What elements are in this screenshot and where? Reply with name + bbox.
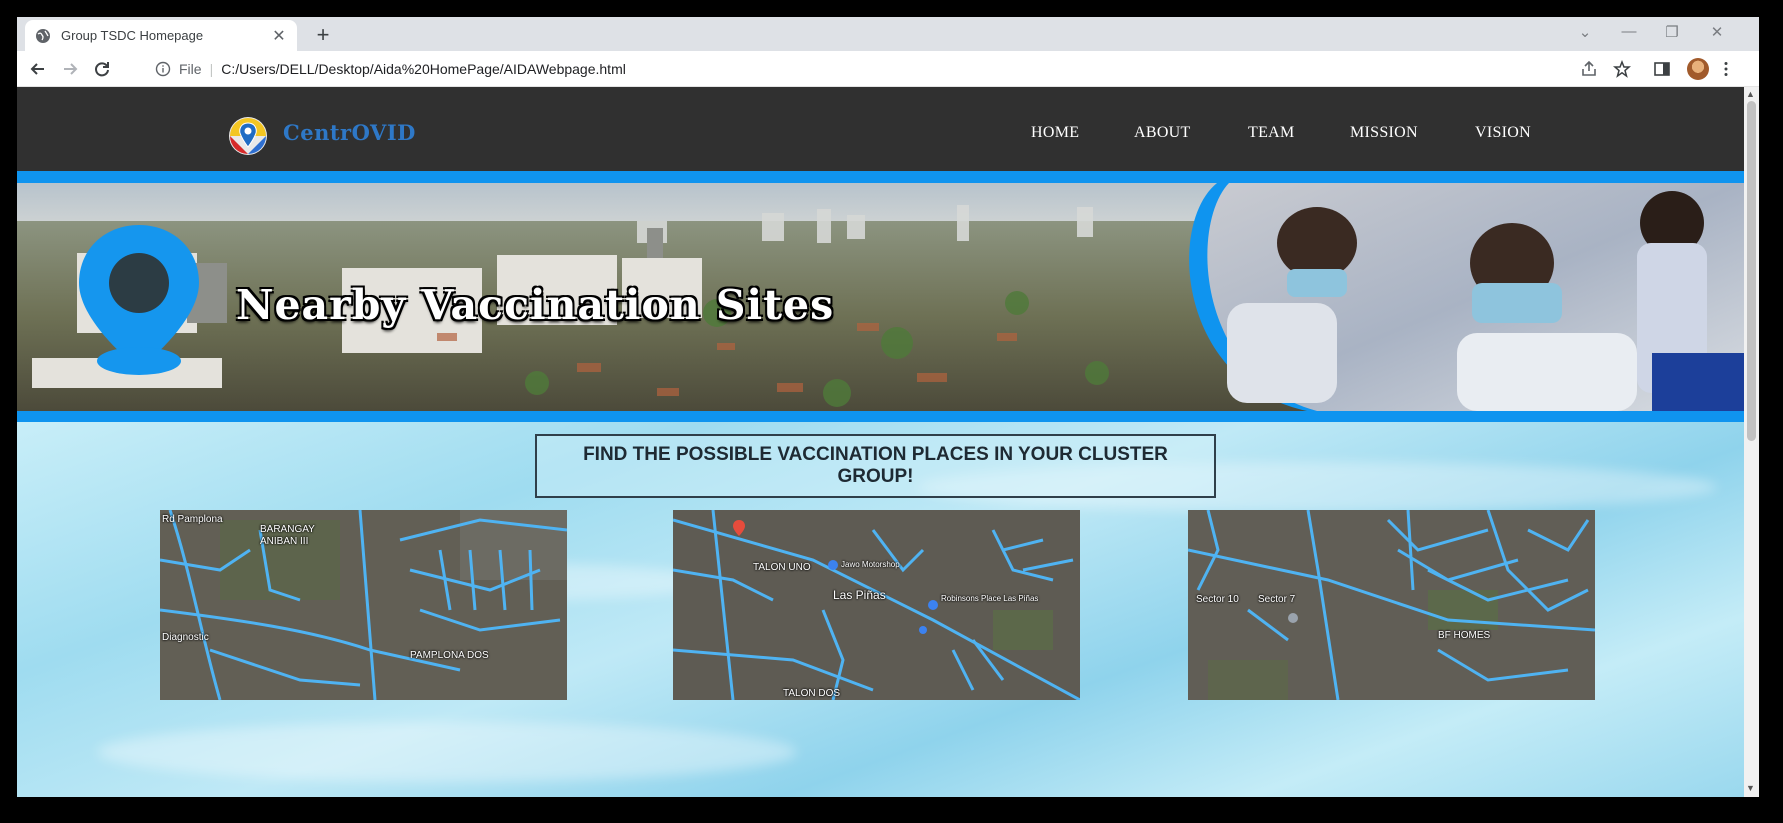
- restore-icon[interactable]: ❐: [1660, 23, 1684, 41]
- headline-box: FIND THE POSSIBLE VACCINATION PLACES IN …: [535, 434, 1216, 498]
- map-label: BARANGAY: [260, 524, 315, 535]
- address-bar[interactable]: File | C:/Users/DELL/Desktop/Aida%20Home…: [149, 55, 1569, 83]
- map-image: [673, 510, 1080, 700]
- globe-icon: [36, 28, 50, 43]
- map-cluster-1[interactable]: BARANGAY ANIBAN III PAMPLONA DOS Diagnos…: [160, 510, 567, 700]
- browser-tab[interactable]: Group TSDC Homepage ✕: [25, 20, 297, 51]
- scroll-up-arrow-icon[interactable]: ▲: [1746, 89, 1755, 99]
- info-icon[interactable]: [155, 61, 171, 77]
- map-label: TALON DOS: [783, 688, 841, 699]
- map-label: Sector 10: [1196, 594, 1239, 605]
- map-label: Rd Pamplona: [162, 514, 223, 525]
- side-panel-icon[interactable]: [1653, 60, 1671, 78]
- header-divider: [17, 171, 1744, 183]
- share-icon[interactable]: [1580, 60, 1598, 78]
- tab-title: Group TSDC Homepage: [61, 28, 204, 43]
- map-label: Diagnostic: [162, 632, 209, 643]
- profile-avatar[interactable]: [1687, 58, 1709, 80]
- hero-banner: Nearby Vaccination Sites: [17, 183, 1744, 411]
- nav-vision[interactable]: VISION: [1475, 124, 1531, 142]
- nav-team[interactable]: TEAM: [1248, 124, 1295, 142]
- site-header: CentrOVID HOME ABOUT TEAM MISSION VISION: [17, 87, 1744, 171]
- back-arrow-icon[interactable]: [27, 58, 49, 80]
- site-logo-text[interactable]: CentrOVID: [283, 120, 416, 145]
- map-label: TALON UNO: [753, 562, 811, 573]
- map-label: PAMPLONA DOS: [410, 650, 489, 661]
- page-viewport: CentrOVID HOME ABOUT TEAM MISSION VISION: [17, 87, 1744, 797]
- content-section: FIND THE POSSIBLE VACCINATION PLACES IN …: [17, 422, 1744, 797]
- window-close-icon[interactable]: ✕: [1705, 23, 1729, 41]
- minimize-icon[interactable]: —: [1617, 23, 1641, 40]
- browser-window: Group TSDC Homepage ✕ + ⌄ — ❐ ✕ File | C…: [17, 17, 1759, 797]
- close-tab-icon[interactable]: ✕: [271, 26, 287, 46]
- url-scheme-label: File: [179, 61, 202, 77]
- background-swoosh: [97, 722, 797, 782]
- map-label: BF HOMES: [1438, 630, 1491, 641]
- tab-search-icon[interactable]: ⌄: [1573, 23, 1597, 41]
- nav-about[interactable]: ABOUT: [1134, 124, 1191, 142]
- banner-bottom-divider: [17, 411, 1744, 422]
- new-tab-button[interactable]: +: [310, 23, 336, 47]
- browser-toolbar: File | C:/Users/DELL/Desktop/Aida%20Home…: [17, 51, 1759, 87]
- map-label: Jawo Motorshop: [841, 560, 900, 569]
- map-cluster-2[interactable]: TALON UNO Las Piñas TALON DOS Jawo Motor…: [673, 510, 1080, 700]
- tab-strip: Group TSDC Homepage ✕ + ⌄ — ❐ ✕: [17, 17, 1759, 51]
- page-scrollbar[interactable]: ▲ ▼: [1744, 87, 1759, 797]
- bookmark-star-icon[interactable]: [1613, 60, 1631, 78]
- map-cluster-3[interactable]: Sector 10 Sector 7 BF HOMES: [1188, 510, 1595, 700]
- nav-home[interactable]: HOME: [1031, 124, 1079, 142]
- url-text[interactable]: C:/Users/DELL/Desktop/Aida%20HomePage/AI…: [221, 61, 626, 77]
- url-separator: |: [209, 61, 214, 77]
- scroll-down-arrow-icon[interactable]: ▼: [1746, 783, 1755, 793]
- headline-text: FIND THE POSSIBLE VACCINATION PLACES IN …: [583, 444, 1168, 487]
- map-image: [160, 510, 567, 700]
- screen: Group TSDC Homepage ✕ + ⌄ — ❐ ✕ File | C…: [0, 0, 1783, 823]
- map-image: [1188, 510, 1595, 700]
- map-label: Las Piñas: [833, 588, 886, 602]
- scrollbar-thumb[interactable]: [1747, 101, 1756, 441]
- nav-mission[interactable]: MISSION: [1350, 124, 1418, 142]
- location-pin-logo-icon[interactable]: [228, 116, 268, 156]
- map-label: Robinsons Place Las Piñas: [941, 594, 1039, 603]
- forward-arrow-icon[interactable]: [59, 58, 81, 80]
- banner-title: Nearby Vaccination Sites: [236, 281, 835, 329]
- more-menu-icon[interactable]: [1717, 60, 1735, 78]
- map-label: ANIBAN III: [260, 536, 309, 547]
- reload-icon[interactable]: [91, 58, 113, 80]
- map-label: Sector 7: [1258, 594, 1296, 605]
